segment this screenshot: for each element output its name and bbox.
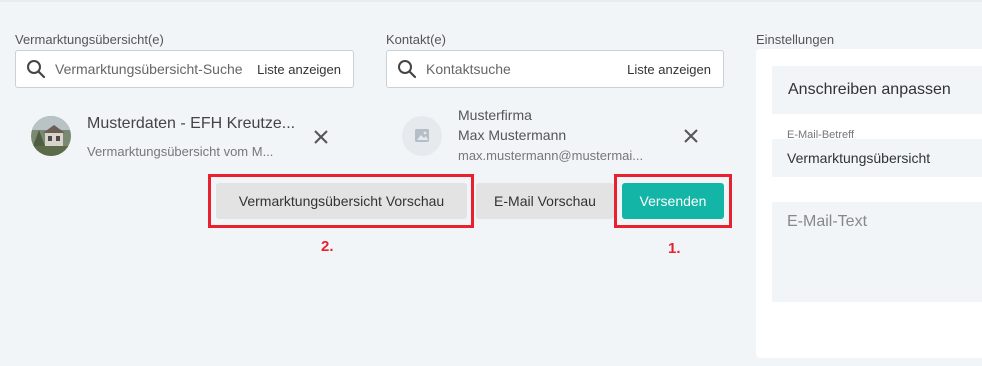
contact-search-input[interactable] bbox=[426, 61, 628, 77]
contact-search-box: Liste anzeigen bbox=[386, 50, 724, 88]
contact-avatar bbox=[402, 116, 442, 156]
email-preview-button[interactable]: E-Mail Vorschau bbox=[476, 183, 614, 219]
annotation-step-1: 1. bbox=[668, 240, 681, 257]
annotation-step-2: 2. bbox=[321, 238, 334, 255]
overview-subtitle: Vermarktungsübersicht vom M... bbox=[87, 144, 274, 159]
overview-list-button[interactable]: Liste anzeigen bbox=[257, 62, 341, 77]
search-icon bbox=[27, 60, 46, 79]
contact-company: Musterfirma bbox=[458, 107, 532, 123]
close-icon[interactable] bbox=[683, 128, 699, 144]
customize-letter-button[interactable]: Anschreiben anpassen bbox=[772, 66, 982, 114]
overview-label: Vermarktungsübersicht(e) bbox=[15, 32, 164, 47]
email-body-field[interactable]: E-Mail-Text bbox=[772, 202, 982, 302]
annotation-box-preview bbox=[208, 174, 474, 228]
search-icon bbox=[398, 60, 417, 79]
overview-search-box: Liste anzeigen bbox=[15, 50, 354, 88]
image-placeholder-icon bbox=[415, 129, 429, 142]
contact-email: max.mustermann@mustermai... bbox=[458, 148, 644, 163]
settings-label: Einstellungen bbox=[756, 32, 835, 47]
contact-label: Kontakt(e) bbox=[386, 32, 446, 47]
contact-name: Max Mustermann bbox=[458, 127, 567, 143]
close-icon[interactable] bbox=[313, 129, 329, 145]
overview-search-input[interactable] bbox=[55, 61, 258, 77]
contact-list-button[interactable]: Liste anzeigen bbox=[627, 62, 711, 77]
email-subject-field[interactable]: Vermarktungsübersicht bbox=[772, 139, 982, 177]
annotation-box-send bbox=[614, 174, 732, 228]
top-divider bbox=[0, 0, 982, 2]
overview-title: Musterdaten - EFH Kreutze... bbox=[87, 115, 296, 132]
property-thumbnail bbox=[31, 116, 71, 156]
